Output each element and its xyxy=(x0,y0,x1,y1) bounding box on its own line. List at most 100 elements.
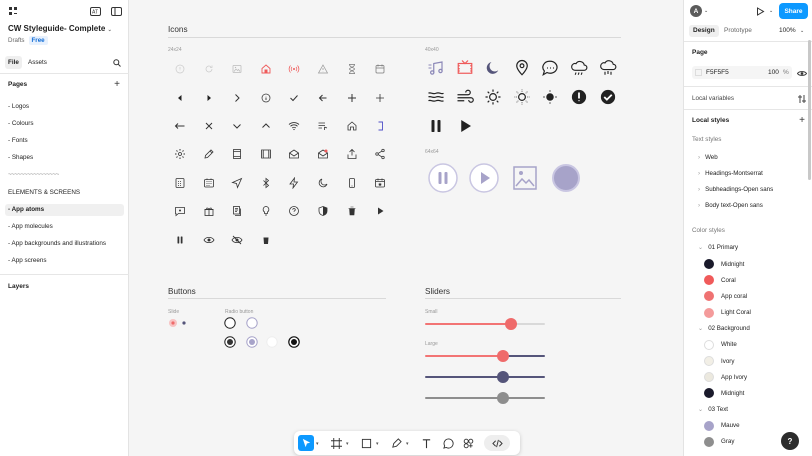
trash-icon[interactable] xyxy=(260,234,272,246)
calendar-icon[interactable] xyxy=(374,63,386,75)
chevron-right-filled-icon[interactable] xyxy=(203,92,215,104)
color-style-item[interactable]: White xyxy=(704,339,737,350)
moon-icon[interactable] xyxy=(317,177,329,189)
local-variables[interactable]: Local variables xyxy=(692,95,734,102)
pencil-icon[interactable] xyxy=(203,148,215,160)
mail-open-icon[interactable] xyxy=(288,148,300,160)
play-filled-icon[interactable] xyxy=(374,205,386,217)
comment-tool-icon[interactable] xyxy=(440,435,456,451)
radio-selected-mauve-icon[interactable] xyxy=(246,336,258,348)
color-group[interactable]: ⌄ 02 Background xyxy=(698,325,750,332)
tab-design[interactable]: Design xyxy=(689,25,719,37)
present-play-icon[interactable] xyxy=(754,5,766,17)
check-icon[interactable] xyxy=(288,92,300,104)
slider-thumb[interactable] xyxy=(497,392,509,404)
slide-dot-icon[interactable] xyxy=(178,317,190,329)
chevron-down-icon[interactable]: ▾ xyxy=(346,441,349,447)
eye-off-icon[interactable] xyxy=(231,234,243,246)
pause-icon[interactable] xyxy=(427,117,445,135)
chevron-down-icon[interactable]: ⌄ xyxy=(704,8,708,14)
slider-thumb[interactable] xyxy=(497,371,509,383)
sun-dark-icon[interactable] xyxy=(541,88,559,106)
alert-circle-icon[interactable] xyxy=(570,88,588,106)
color-style-item[interactable]: App coral xyxy=(704,291,747,302)
color-style-item[interactable]: Coral xyxy=(704,275,736,286)
avatar[interactable]: A xyxy=(690,5,702,17)
scrollbar[interactable] xyxy=(808,40,811,180)
text-style-subheadings[interactable]: › Subheadings-Open sans xyxy=(698,186,773,193)
page-app-screens[interactable]: - App screens xyxy=(5,255,124,267)
calendar-star-icon[interactable] xyxy=(374,177,386,189)
slider-thumb[interactable] xyxy=(497,350,509,362)
calculator-icon[interactable] xyxy=(174,177,186,189)
phone-icon[interactable] xyxy=(346,177,358,189)
chevron-down-icon[interactable]: ▾ xyxy=(316,441,319,447)
pause-circle-icon[interactable] xyxy=(428,163,458,193)
chat-bubble-icon[interactable] xyxy=(541,59,559,77)
color-style-item[interactable]: Mauve xyxy=(704,420,740,431)
lightbulb-icon[interactable] xyxy=(260,205,272,217)
tv-icon[interactable] xyxy=(456,59,474,77)
chevron-right-icon[interactable] xyxy=(231,92,243,104)
gift-icon[interactable] xyxy=(203,205,215,217)
help-button[interactable]: ? xyxy=(781,432,799,450)
canvas[interactable]: Icons 24x24 40x40 64x64 Buttons Slide Ra… xyxy=(130,0,683,456)
slider-large-gray[interactable] xyxy=(425,392,545,404)
components-icon[interactable] xyxy=(460,435,476,451)
page-app-molecules[interactable]: - App molecules xyxy=(5,221,124,233)
slider-large-midnight[interactable] xyxy=(425,371,545,383)
slider-large-coral[interactable] xyxy=(425,350,545,362)
document-icon[interactable] xyxy=(231,205,243,217)
radio-selected-dark-icon[interactable] xyxy=(288,336,300,348)
color-style-item[interactable]: App Ivory xyxy=(704,372,747,383)
search-icon[interactable] xyxy=(111,57,122,68)
share-nodes-icon[interactable] xyxy=(374,148,386,160)
page-app-backgrounds[interactable]: - App backgrounds and illustrations xyxy=(5,238,124,250)
moon-filled-icon[interactable] xyxy=(484,59,502,77)
arrow-long-left-icon[interactable] xyxy=(174,120,186,132)
cloud-rain-alt-icon[interactable] xyxy=(599,59,617,77)
close-icon[interactable] xyxy=(203,120,215,132)
calendar-grid-icon[interactable] xyxy=(203,177,215,189)
chevron-down-icon[interactable]: ⌄ xyxy=(800,28,804,34)
text-style-body[interactable]: › Body text-Open sans xyxy=(698,202,763,209)
slider-small-coral[interactable] xyxy=(425,318,545,330)
file-title[interactable]: CW Styleguide- Complete ⌄ xyxy=(8,24,112,33)
color-style-item[interactable]: Midnight xyxy=(704,388,744,399)
sun-filled-icon[interactable] xyxy=(513,88,531,106)
warning-icon[interactable] xyxy=(317,63,329,75)
chevron-down-icon[interactable]: ⌄ xyxy=(108,27,112,33)
bracket-icon[interactable] xyxy=(374,120,386,132)
variables-settings-icon[interactable] xyxy=(797,94,807,104)
film-icon[interactable] xyxy=(231,148,243,160)
gear-icon[interactable] xyxy=(174,148,186,160)
bluetooth-icon[interactable] xyxy=(260,177,272,189)
cloud-rain-icon[interactable] xyxy=(570,59,588,77)
music-icon[interactable] xyxy=(427,59,445,77)
radio-empty-icon[interactable] xyxy=(224,317,236,329)
question-icon[interactable] xyxy=(288,205,300,217)
page-elements-screens[interactable]: ELEMENTS & SCREENS xyxy=(5,187,124,199)
pen-tool-icon[interactable] xyxy=(388,435,404,451)
page-separator[interactable]: ~~~~~~~~~~~~~~~~ xyxy=(5,169,124,181)
navigation-icon[interactable] xyxy=(231,177,243,189)
tab-prototype[interactable]: Prototype xyxy=(720,25,756,37)
check-circle-icon[interactable] xyxy=(599,88,617,106)
trash-filled-icon[interactable] xyxy=(346,205,358,217)
frame-tool-icon[interactable] xyxy=(328,435,344,451)
chevron-left-filled-icon[interactable] xyxy=(174,92,186,104)
pause-filled-icon[interactable] xyxy=(174,234,186,246)
plus-icon[interactable] xyxy=(346,92,358,104)
circle-info-faint-icon[interactable] xyxy=(174,63,186,75)
chevron-up-icon[interactable] xyxy=(260,120,272,132)
color-style-item[interactable]: Ivory xyxy=(704,356,734,366)
chevron-down-icon[interactable]: ▾ xyxy=(376,441,379,447)
refresh-icon[interactable] xyxy=(203,63,215,75)
wifi-icon[interactable] xyxy=(288,120,300,132)
dev-mode-icon[interactable] xyxy=(484,435,510,451)
main-menu-icon[interactable] xyxy=(6,5,20,17)
page-colours[interactable]: - Colours xyxy=(5,118,124,130)
disc-icon[interactable] xyxy=(551,163,581,193)
font-badge-icon[interactable]: AT xyxy=(89,5,101,17)
image-icon[interactable] xyxy=(231,63,243,75)
